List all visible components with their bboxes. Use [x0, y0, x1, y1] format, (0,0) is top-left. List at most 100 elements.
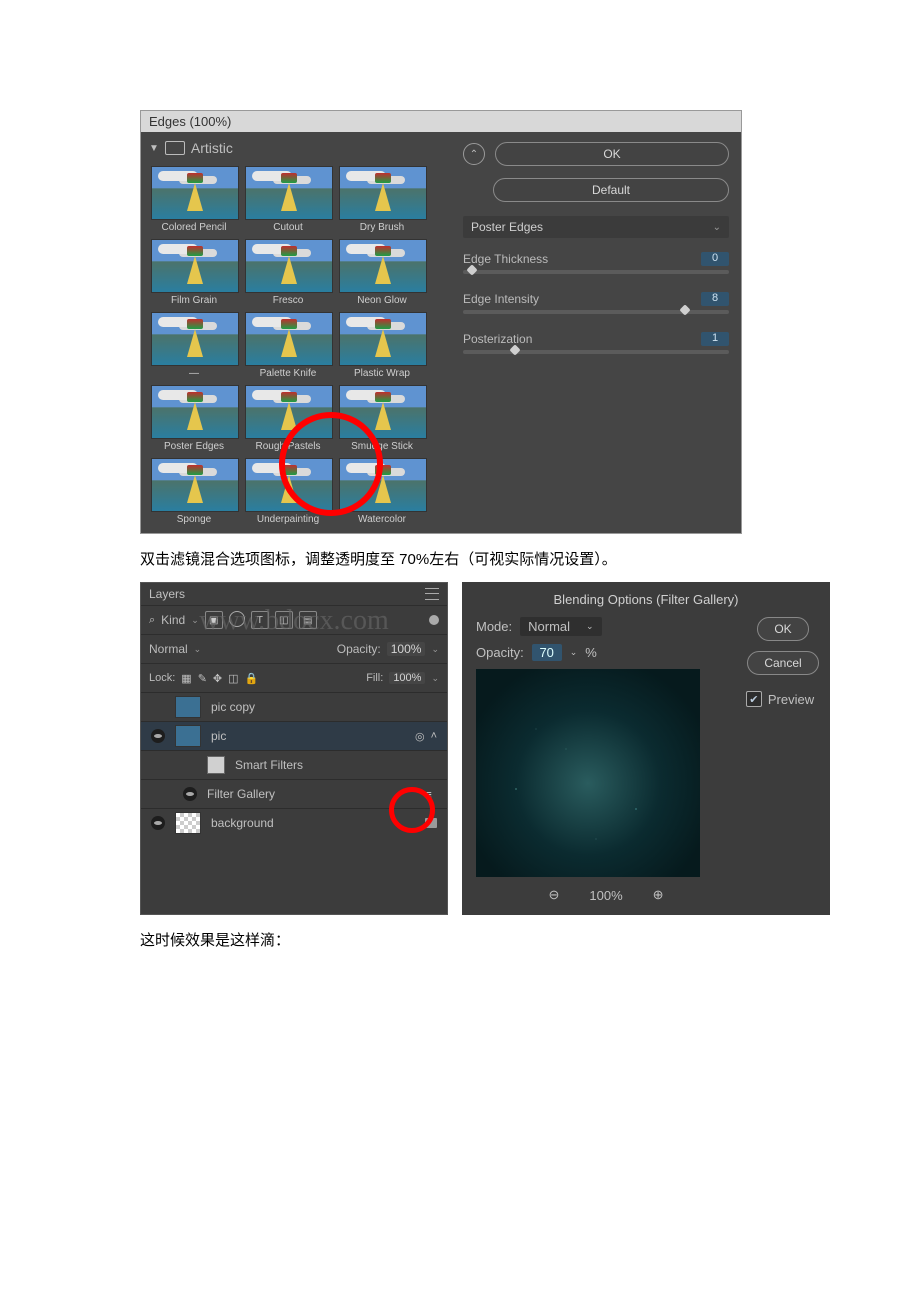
- blend-mode-value[interactable]: Normal: [149, 642, 188, 656]
- ok-button[interactable]: OK: [495, 142, 729, 166]
- lock-all-icon[interactable]: 🔒: [245, 672, 259, 685]
- mode-value: Normal: [528, 619, 570, 634]
- lock-transparent-icon[interactable]: ▦: [181, 672, 191, 685]
- filter-label: Film Grain: [151, 295, 237, 306]
- lock-artboard-icon[interactable]: ◫: [228, 672, 238, 685]
- filter-sponge[interactable]: Sponge: [151, 458, 237, 525]
- layer-thumbnail: [175, 725, 201, 747]
- lock-icon: [425, 818, 437, 828]
- filter-colored-pencil[interactable]: Colored Pencil: [151, 166, 237, 233]
- mode-label: Mode:: [476, 619, 512, 634]
- layer-thumbnail: [175, 696, 201, 718]
- category-artistic[interactable]: ▼ Artistic: [149, 138, 443, 158]
- opacity-value[interactable]: 100%: [387, 642, 426, 656]
- layer-row[interactable]: background: [141, 808, 447, 837]
- opacity-input[interactable]: 70: [532, 644, 562, 661]
- filter-shape-icon[interactable]: ◫: [275, 611, 293, 629]
- chevron-down-icon: ⌄: [431, 673, 439, 684]
- filter-categories-pane: ▼ Artistic Colored Pencil Cutout Dry Brush…: [141, 132, 451, 533]
- smart-object-icon: ◎: [415, 730, 425, 743]
- category-label: Artistic: [191, 140, 233, 156]
- visibility-eye-icon[interactable]: [151, 729, 165, 743]
- param-value[interactable]: 1: [701, 332, 729, 346]
- chevron-down-icon: ⌄: [194, 644, 202, 655]
- filter-gallery-window: Edges (100%) ▼ Artistic Colored Pencil Cu…: [140, 110, 742, 534]
- layer-row[interactable]: Filter Gallery≡: [141, 779, 447, 808]
- filter-—[interactable]: —: [151, 312, 237, 379]
- opacity-label: Opacity:: [337, 642, 381, 656]
- lock-brush-icon[interactable]: ✎: [198, 672, 207, 685]
- expand-icon[interactable]: ˄: [431, 730, 437, 742]
- filter-label: Plastic Wrap: [339, 368, 425, 379]
- param-label: Edge Thickness: [463, 252, 548, 266]
- param-slider[interactable]: [463, 310, 729, 314]
- filter-poster-edges[interactable]: Poster Edges: [151, 385, 237, 452]
- cancel-button[interactable]: Cancel: [747, 651, 818, 675]
- chevron-down-icon: ⌄: [586, 621, 594, 632]
- layer-thumbnail: [175, 812, 201, 834]
- blending-options-icon[interactable]: ≡: [419, 787, 437, 801]
- collapse-toggle-icon[interactable]: ⌃: [463, 143, 485, 165]
- smart-filters-icon: [207, 756, 225, 774]
- filter-label: Neon Glow: [339, 295, 425, 306]
- preview-image: [476, 669, 700, 877]
- param-edge-thickness: Edge Thickness 0: [463, 252, 729, 274]
- filter-fresco[interactable]: Fresco: [245, 239, 331, 306]
- blending-options-dialog: Blending Options (Filter Gallery) Mode: …: [462, 582, 830, 915]
- mode-dropdown[interactable]: Normal ⌄: [520, 617, 601, 636]
- layers-panel: Layers www.bdocx.com ⌕ Kind ⌄ ▣ T ◫ ▤ No…: [140, 582, 448, 915]
- layer-row[interactable]: pic◎˄: [141, 721, 447, 750]
- zoom-in-icon[interactable]: ⊕: [653, 887, 664, 903]
- param-edge-intensity: Edge Intensity 8: [463, 292, 729, 314]
- window-title: Edges (100%): [141, 111, 741, 132]
- fill-value[interactable]: 100%: [389, 672, 425, 684]
- filter-label: —: [151, 368, 237, 379]
- param-slider[interactable]: [463, 350, 729, 354]
- fill-label: Fill:: [366, 672, 383, 684]
- filter-smartobject-icon[interactable]: ▤: [299, 611, 317, 629]
- filter-smudge-stick[interactable]: Smudge Stick: [339, 385, 425, 452]
- filter-type-icon[interactable]: T: [251, 611, 269, 629]
- filter-dry-brush[interactable]: Dry Brush: [339, 166, 425, 233]
- param-value[interactable]: 0: [701, 252, 729, 266]
- filter-neon-glow[interactable]: Neon Glow: [339, 239, 425, 306]
- filter-label: Sponge: [151, 514, 237, 525]
- filter-plastic-wrap[interactable]: Plastic Wrap: [339, 312, 425, 379]
- layer-name: Smart Filters: [235, 758, 303, 772]
- lock-label: Lock:: [149, 672, 175, 684]
- filter-label: Cutout: [245, 222, 331, 233]
- preview-checkbox[interactable]: [746, 691, 762, 707]
- ok-button[interactable]: OK: [757, 617, 808, 641]
- filter-rough-pastels[interactable]: Rough Pastels: [245, 385, 331, 452]
- param-label: Posterization: [463, 332, 532, 346]
- chevron-down-icon[interactable]: ⌄: [191, 615, 199, 626]
- kind-label: Kind: [161, 613, 185, 627]
- filter-film-grain[interactable]: Film Grain: [151, 239, 237, 306]
- panel-menu-icon[interactable]: [425, 588, 439, 600]
- filter-cutout[interactable]: Cutout: [245, 166, 331, 233]
- param-value[interactable]: 8: [701, 292, 729, 306]
- layer-name: background: [211, 816, 274, 830]
- filter-watercolor[interactable]: Watercolor: [339, 458, 425, 525]
- chevron-down-icon[interactable]: ⌄: [570, 647, 578, 658]
- layers-panel-title: Layers: [149, 587, 185, 601]
- default-button[interactable]: Default: [493, 178, 729, 202]
- folder-icon: [165, 141, 185, 155]
- lock-move-icon[interactable]: ✥: [213, 672, 222, 685]
- filter-dropdown[interactable]: Poster Edges ⌄: [463, 216, 729, 238]
- zoom-out-icon[interactable]: ⊖: [548, 887, 559, 903]
- filter-underpainting[interactable]: Underpainting: [245, 458, 331, 525]
- layer-row[interactable]: Smart Filters: [141, 750, 447, 779]
- layer-row[interactable]: pic copy: [141, 692, 447, 721]
- param-label: Edge Intensity: [463, 292, 539, 306]
- filter-palette-knife[interactable]: Palette Knife: [245, 312, 331, 379]
- visibility-eye-icon[interactable]: [151, 816, 165, 830]
- opacity-unit: %: [585, 645, 597, 660]
- visibility-eye-icon[interactable]: [183, 787, 197, 801]
- filter-adjustment-icon[interactable]: [229, 611, 245, 627]
- preview-label: Preview: [768, 692, 814, 707]
- disclosure-triangle-icon: ▼: [149, 143, 159, 154]
- param-slider[interactable]: [463, 270, 729, 274]
- filter-image-icon[interactable]: ▣: [205, 611, 223, 629]
- filter-toggle-icon[interactable]: [429, 615, 439, 625]
